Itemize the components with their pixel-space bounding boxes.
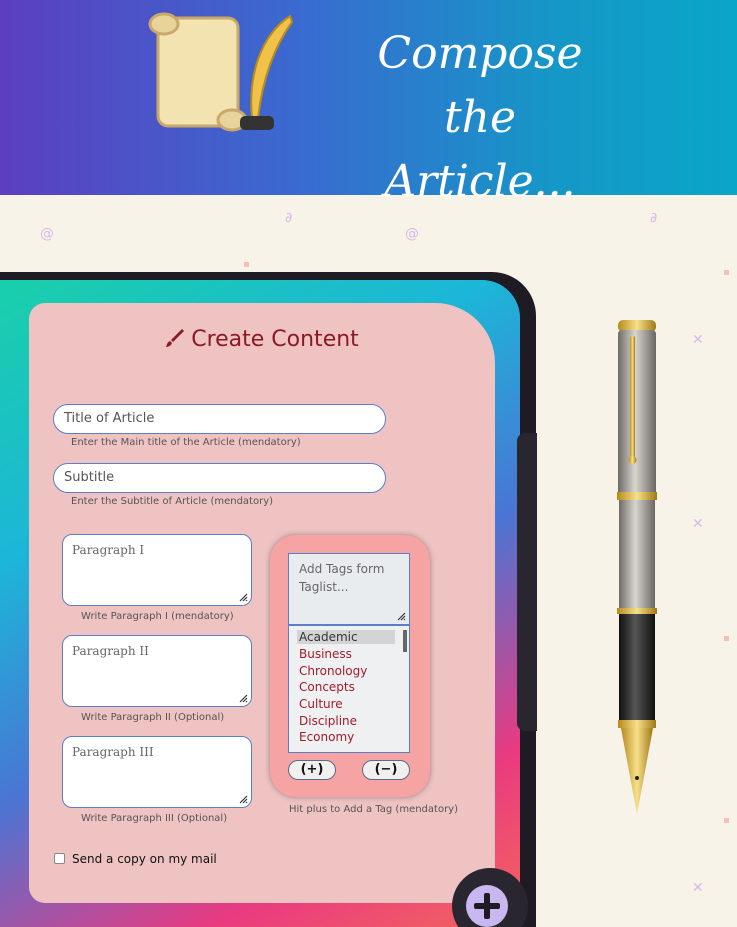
resize-grip-icon[interactable] <box>238 693 248 703</box>
dot-decoration <box>724 818 729 823</box>
remove-tag-button[interactable]: (−) <box>362 760 410 780</box>
swirl-decoration: ∂ <box>285 210 293 226</box>
tag-option-business[interactable]: Business <box>299 647 352 661</box>
card-heading: Create Content <box>29 327 495 352</box>
resize-grip-icon[interactable] <box>238 794 248 804</box>
dot-decoration <box>244 262 249 267</box>
swirl-decoration: ∂ <box>650 210 658 226</box>
paragraph-3-textarea[interactable]: Paragraph III <box>62 736 252 808</box>
fountain-pen-illustration <box>617 320 657 814</box>
page-header: Compose the Article... <box>0 0 737 207</box>
subtitle-input[interactable]: Subtitle <box>53 463 386 493</box>
scroll-quill-icon <box>148 12 294 132</box>
title-input[interactable]: Title of Article <box>53 404 386 434</box>
paragraph-3-hint: Write Paragraph III (Optional) <box>81 813 228 824</box>
tag-option-economy[interactable]: Economy <box>299 730 354 744</box>
tag-option-culture[interactable]: Culture <box>299 697 343 711</box>
dot-decoration <box>724 636 729 641</box>
add-tag-button[interactable]: (+) <box>288 760 336 780</box>
tag-panel: Add Tags form Taglist... Academic Busine… <box>270 535 430 797</box>
tag-list-scrollbar[interactable] <box>403 630 407 652</box>
cross-decoration: ✕ <box>692 880 704 896</box>
tag-option-chronology[interactable]: Chronology <box>299 664 367 678</box>
resize-grip-icon[interactable] <box>396 611 406 621</box>
pen-brush-icon <box>166 329 185 347</box>
paragraph-2-hint: Write Paragraph II (Optional) <box>81 712 225 723</box>
fab-circle <box>466 885 508 927</box>
paragraph-2-textarea[interactable]: Paragraph II <box>62 635 252 707</box>
resize-grip-icon[interactable] <box>238 592 248 602</box>
send-copy-checkbox[interactable] <box>54 853 65 864</box>
swirl-decoration: @ <box>40 226 54 242</box>
tag-option-academic[interactable]: Academic <box>297 630 395 644</box>
tag-list[interactable]: Academic Business Chronology Concepts Cu… <box>288 625 410 753</box>
swirl-decoration: @ <box>405 226 419 242</box>
tag-hint: Hit plus to Add a Tag (mendatory) <box>289 804 458 815</box>
plus-icon <box>474 893 500 919</box>
cross-decoration: ✕ <box>692 332 704 348</box>
subtitle-hint: Enter the Subtitle of Article (mendatory… <box>71 496 274 507</box>
page-title: Compose the Article... <box>377 28 583 207</box>
device-side-button <box>517 433 537 731</box>
dot-decoration <box>724 270 729 275</box>
title-hint: Enter the Main title of the Article (men… <box>71 437 301 448</box>
cross-decoration: ✕ <box>692 516 704 532</box>
tag-option-concepts[interactable]: Concepts <box>299 680 355 694</box>
tag-option-discipline[interactable]: Discipline <box>299 714 357 728</box>
send-copy-label: Send a copy on my mail <box>72 852 217 866</box>
paragraph-1-hint: Write Paragraph I (mendatory) <box>81 611 234 622</box>
tags-textarea[interactable]: Add Tags form Taglist... <box>288 553 410 625</box>
paragraph-1-textarea[interactable]: Paragraph I <box>62 534 252 606</box>
